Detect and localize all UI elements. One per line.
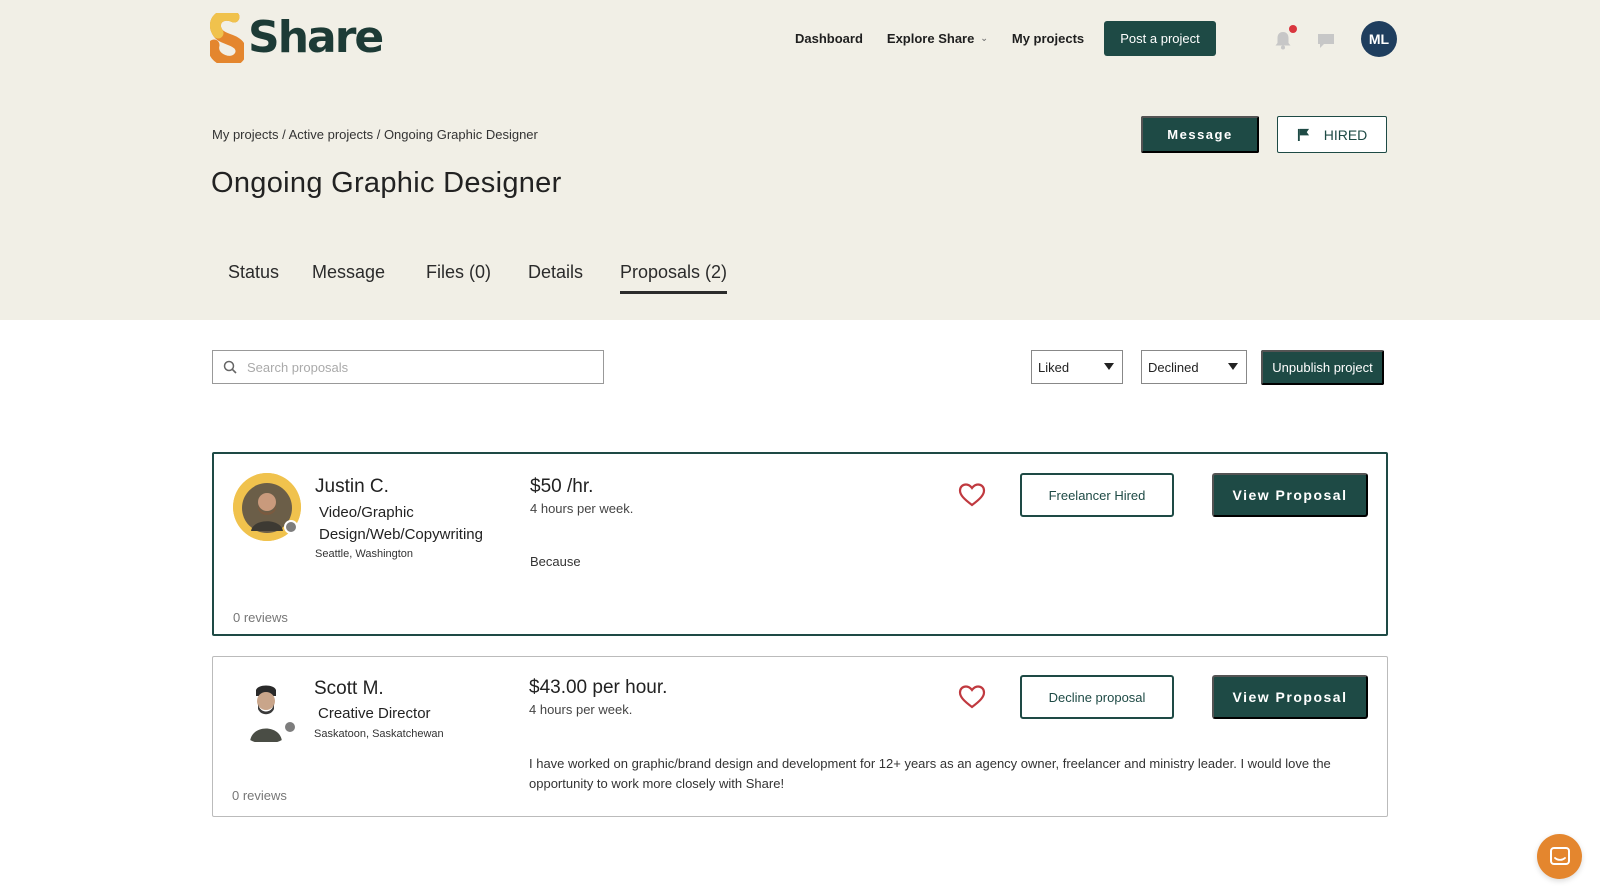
liked-filter-value: Liked: [1038, 359, 1070, 375]
caret-down-icon: [1104, 363, 1114, 370]
message-button[interactable]: Message: [1141, 116, 1259, 153]
tab-message[interactable]: Message: [312, 262, 385, 283]
freelancer-location: Saskatoon, Saskatchewan: [314, 728, 444, 740]
declined-filter-value: Declined: [1148, 359, 1199, 375]
logo[interactable]: Share: [210, 12, 384, 64]
declined-filter-select[interactable]: Declined: [1141, 350, 1247, 384]
tab-status[interactable]: Status: [228, 262, 279, 283]
proposal-hours: 4 hours per week.: [529, 702, 633, 717]
freelancer-hired-button[interactable]: Freelancer Hired: [1020, 473, 1174, 517]
freelancer-location: Seattle, Washington: [315, 548, 414, 560]
logo-text: Share: [248, 12, 384, 63]
freelancer-name[interactable]: Scott M.: [314, 678, 384, 700]
tab-files[interactable]: Files (0): [426, 262, 491, 283]
view-proposal-button[interactable]: View Proposal: [1212, 675, 1368, 719]
proposal-card: Scott M. Creative Director Saskatoon, Sa…: [212, 656, 1388, 817]
proposal-hours: 4 hours per week.: [530, 501, 634, 516]
help-chat-button[interactable]: [1537, 834, 1582, 879]
user-avatar[interactable]: ML: [1361, 21, 1397, 57]
proposal-text: Because: [530, 554, 581, 569]
search-input[interactable]: [247, 359, 577, 375]
nav-dashboard[interactable]: Dashboard: [795, 31, 863, 46]
liked-filter-select[interactable]: Liked: [1031, 350, 1123, 384]
tab-details[interactable]: Details: [528, 262, 583, 283]
main-nav: Dashboard Explore Share ⌄ My projects: [795, 20, 1108, 56]
reviews-count[interactable]: 0 reviews: [233, 610, 288, 625]
flag-icon: [1297, 128, 1309, 141]
hired-label: HIRED: [1323, 126, 1368, 143]
proposal-rate: $43.00 per hour.: [529, 677, 668, 698]
heart-icon[interactable]: [958, 684, 986, 710]
tab-proposals[interactable]: Proposals (2): [620, 262, 728, 294]
view-proposal-button[interactable]: View Proposal: [1212, 473, 1368, 517]
search-box: [212, 350, 604, 384]
logo-mark-icon: [210, 13, 244, 63]
freelancer-name[interactable]: Justin C.: [315, 476, 389, 498]
chevron-down-icon: ⌄: [980, 32, 988, 43]
decline-proposal-button[interactable]: Decline proposal: [1020, 675, 1174, 719]
freelancer-role: Creative Director: [318, 705, 431, 722]
page-title: Ongoing Graphic Designer: [211, 167, 562, 199]
online-status-dot: [284, 520, 298, 534]
bell-icon[interactable]: [1274, 30, 1292, 50]
breadcrumb[interactable]: My projects / Active projects / Ongoing …: [212, 127, 538, 142]
post-project-button[interactable]: Post a project: [1104, 21, 1216, 56]
caret-down-icon: [1228, 363, 1238, 370]
chat-icon[interactable]: [1316, 32, 1336, 50]
proposal-rate: $50 /hr.: [530, 476, 594, 497]
online-status-dot: [283, 720, 297, 734]
unpublish-project-button[interactable]: Unpublish project: [1261, 350, 1384, 385]
search-icon: [223, 360, 237, 374]
help-chat-icon: [1549, 846, 1570, 865]
nav-my-projects[interactable]: My projects: [1012, 31, 1084, 46]
freelancer-role: Video/Graphic Design/Web/Copywriting: [319, 504, 483, 543]
proposal-text: I have worked on graphic/brand design an…: [529, 756, 1331, 791]
hired-button[interactable]: HIRED: [1277, 116, 1387, 153]
reviews-count[interactable]: 0 reviews: [232, 788, 287, 803]
nav-explore-label: Explore Share: [886, 30, 975, 46]
notification-dot: [1289, 25, 1297, 33]
heart-icon[interactable]: [958, 482, 986, 508]
nav-explore[interactable]: Explore Share ⌄: [887, 31, 988, 46]
proposal-card: Justin C. Video/Graphic Design/Web/Copyw…: [212, 452, 1388, 636]
